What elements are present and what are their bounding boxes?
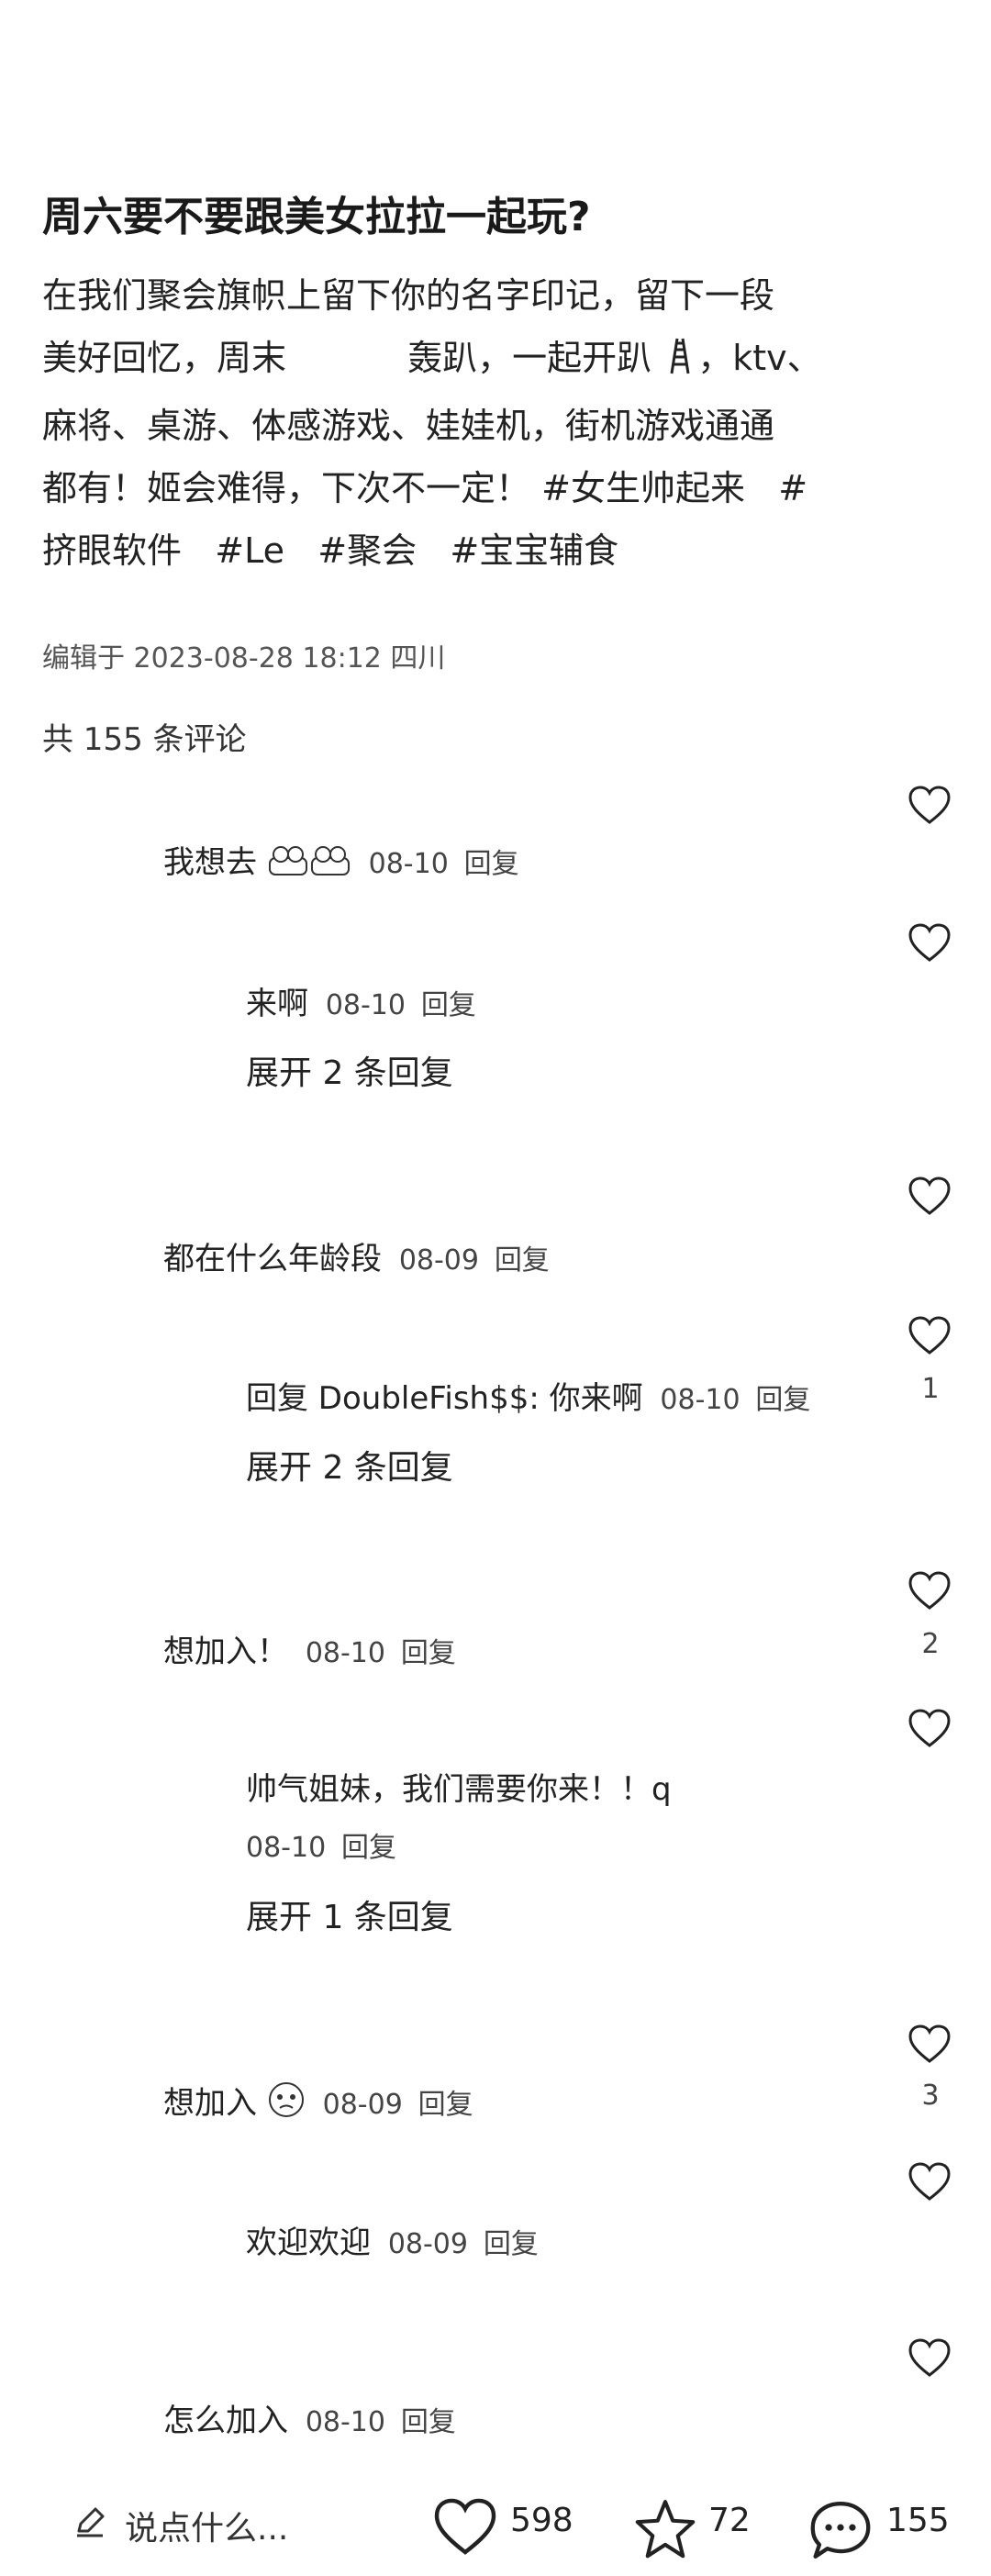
comment-text: 帅气姐妹，我们需要你来！！q [246, 1771, 672, 1808]
hashtag-link[interactable]: 挤眼软件 [42, 530, 182, 571]
comment-item: 都在什么年龄段 08-09 回复 [163, 1233, 550, 1278]
comment-date: 08-09 [398, 1244, 479, 1277]
comment-count-bottom: 155 [886, 2502, 950, 2539]
reply-button[interactable]: 回复 [484, 2228, 539, 2260]
comment-bubble-icon[interactable] [807, 2498, 874, 2562]
like-heart-icon[interactable] [908, 2162, 951, 2201]
comment-text: 欢迎欢迎 [246, 2225, 371, 2261]
bottom-action-bar: 说点什么... 598 72 155 [0, 2478, 991, 2576]
reply-button[interactable]: 回复 [755, 1384, 810, 1416]
comment-input-placeholder[interactable]: 说点什么... [125, 2502, 288, 2549]
comment-item: 想加入！ 08-10 回复 [163, 1626, 456, 1671]
like-count: 598 [510, 2502, 573, 2539]
comment-count: 共 155 条评论 [42, 721, 247, 758]
reply-button[interactable]: 回复 [421, 989, 476, 1021]
like-heart-icon[interactable] [908, 2338, 951, 2377]
comment-text: 回复 DoubleFish$$: 你来啊 [246, 1380, 643, 1417]
worried-face-emoji-icon [267, 2080, 306, 2127]
comment-date: 08-10 [246, 1832, 327, 1864]
like-heart-icon[interactable] [908, 1176, 951, 1215]
body-line-1: 在我们聚会旗帜上留下你的名字印记，留下一段 [42, 275, 775, 316]
comment-item: 怎么加入 08-10 回复 [163, 2395, 456, 2440]
comment-date: 08-09 [387, 2228, 468, 2260]
star-icon[interactable] [633, 2498, 697, 2559]
comment-text: 想加入！ [163, 1634, 288, 1670]
reply-meta: 08-10 回复 [246, 1824, 396, 1865]
reply-item: 欢迎欢迎 08-09 回复 [246, 2217, 539, 2262]
expand-replies-button[interactable]: 展开 2 条回复 [246, 1046, 453, 1094]
comment-item: 我想去 08-10 回复 [163, 837, 519, 887]
hashtag-link[interactable]: #宝宝辅食 [450, 530, 618, 571]
like-heart-icon[interactable] [908, 2024, 951, 2063]
body-line-4: 都有！姬会难得，下次不一定！ #女生帅起来 # [42, 468, 808, 508]
body-line-5: 挤眼软件 #Le #聚会 #宝宝辅食 [42, 519, 951, 582]
reply-button[interactable]: 回复 [401, 1637, 456, 1669]
body-line-3: 麻将、桌游、体感游戏、娃娃机，街机游戏通通 [42, 406, 775, 446]
post-edit-meta: 编辑于 2023-08-28 18:12 四川 [42, 642, 446, 675]
comment-text: 怎么加入 [163, 2403, 288, 2439]
comment-date: 08-10 [305, 1637, 385, 1669]
post-body: 在我们聚会旗帜上留下你的名字印记，留下一段 美好回忆，周末 轰趴，一起开趴 ，k… [42, 264, 951, 582]
comment-date: 08-10 [305, 2406, 385, 2438]
like-count: 3 [921, 2080, 940, 2112]
reply-item: 来啊 08-10 回复 [246, 978, 476, 1023]
reply-item: 回复 DoubleFish$$: 你来啊 08-10 回复 [246, 1373, 810, 1418]
ladder-emoji-icon [663, 332, 697, 395]
reply-item: 帅气姐妹，我们需要你来！！q [246, 1764, 672, 1809]
reply-button[interactable]: 回复 [495, 1244, 550, 1277]
pencil-icon[interactable] [73, 2505, 106, 2538]
crowd-emoji-icon [309, 842, 351, 887]
hashtag-link[interactable]: # [778, 468, 807, 508]
expand-replies-button[interactable]: 展开 1 条回复 [246, 1890, 453, 1938]
like-heart-icon[interactable] [908, 1709, 951, 1747]
like-heart-icon[interactable] [433, 2498, 497, 2555]
reply-button[interactable]: 回复 [401, 2406, 456, 2438]
comment-date: 08-10 [368, 848, 449, 880]
like-heart-icon[interactable] [908, 786, 951, 824]
comment-item: 想加入 08-09 回复 [163, 2078, 473, 2127]
reply-button[interactable]: 回复 [418, 2089, 473, 2121]
comment-date: 08-09 [322, 2089, 403, 2121]
hashtag-link[interactable]: #女生帅起来 [541, 468, 745, 508]
expand-replies-button[interactable]: 展开 2 条回复 [246, 1441, 453, 1489]
comment-date: 08-10 [325, 989, 406, 1021]
reply-button[interactable]: 回复 [464, 848, 519, 880]
hashtag-link[interactable]: #Le [215, 530, 284, 571]
like-heart-icon[interactable] [908, 1316, 951, 1355]
like-heart-icon[interactable] [908, 1571, 951, 1610]
star-count: 72 [708, 2502, 751, 2539]
like-count: 2 [921, 1628, 940, 1660]
comment-text: 想加入 [163, 2085, 257, 2122]
body-line-2: 美好回忆，周末 轰趴，一起开趴 ，ktv、 [42, 327, 951, 395]
comment-text: 都在什么年龄段 [163, 1241, 382, 1277]
like-count: 1 [921, 1373, 940, 1405]
comment-text: 我想去 [163, 844, 257, 881]
post-title: 周六要不要跟美女拉拉一起玩? [42, 194, 591, 240]
hashtag-link[interactable]: #聚会 [317, 530, 417, 571]
crowd-emoji-icon [267, 842, 309, 887]
like-heart-icon[interactable] [908, 923, 951, 962]
comment-text: 来啊 [246, 986, 308, 1022]
comment-date: 08-10 [660, 1384, 740, 1416]
reply-button[interactable]: 回复 [341, 1832, 396, 1864]
